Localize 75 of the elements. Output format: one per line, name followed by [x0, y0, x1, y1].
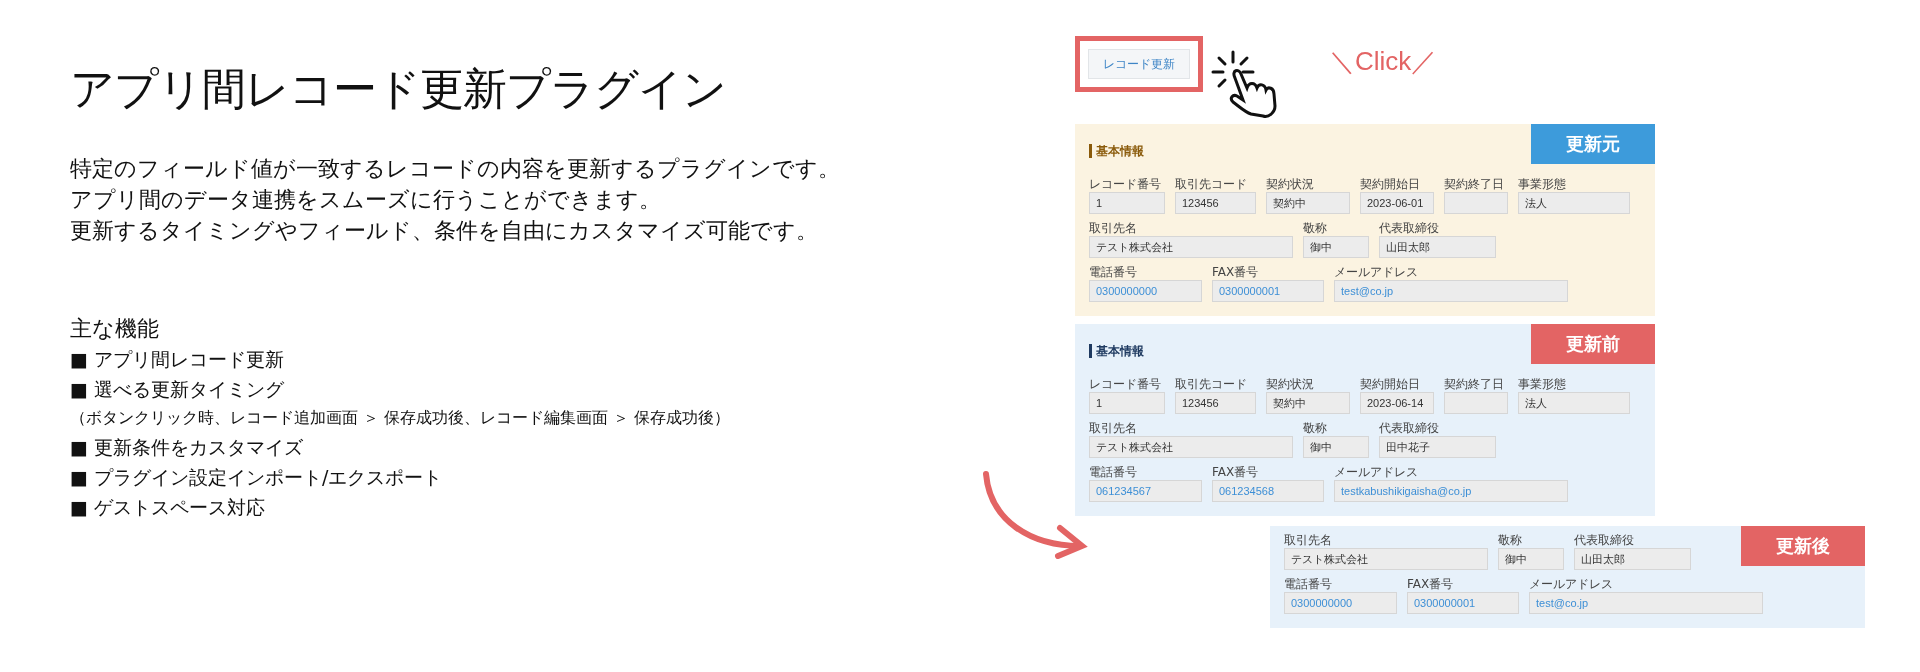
- field-label: 敬称: [1498, 532, 1523, 548]
- field-label: 敬称: [1303, 420, 1328, 436]
- field-label: メールアドレス: [1334, 264, 1419, 280]
- field-label: メールアドレス: [1334, 464, 1419, 480]
- field-label: メールアドレス: [1529, 576, 1614, 592]
- field-value: テスト株式会社: [1089, 436, 1293, 458]
- description-text: 特定のフィールド値が一致するレコードの内容を更新するプラグインです。アプリ間のデータ連携をスムーズに行うことができます。: [70, 155, 841, 214]
- field-value: 山田太郎: [1379, 236, 1496, 258]
- field-label: 契約終了日: [1444, 176, 1505, 192]
- description-text: 更新するタイミングやフィールド、条件を自由にカスタマイズ可能です。: [70, 217, 819, 245]
- field-value: 061234567: [1089, 480, 1202, 502]
- field-label: 取引先コード: [1175, 176, 1248, 192]
- field-label: 事業形態: [1518, 176, 1567, 192]
- page-title: アプリ間レコード更新プラグイン: [70, 62, 727, 116]
- field-label: レコード番号: [1089, 376, 1162, 392]
- features-heading: 主な機能: [70, 315, 160, 343]
- status-badge: 更新後: [1741, 526, 1865, 566]
- field-label: 取引先名: [1284, 532, 1333, 548]
- field-value: 1: [1089, 392, 1165, 414]
- status-badge: 更新前: [1531, 324, 1655, 364]
- field-label: 契約開始日: [1360, 376, 1421, 392]
- field-value: testkabushikigaisha@co.jp: [1334, 480, 1568, 502]
- field-label: 代表取締役: [1379, 420, 1440, 436]
- field-value: 0300000000: [1089, 280, 1202, 302]
- field-value: 契約中: [1266, 192, 1350, 214]
- field-value: 御中: [1303, 236, 1369, 258]
- field-label: 契約状況: [1266, 376, 1315, 392]
- field-value: 田中花子: [1379, 436, 1496, 458]
- click-caption: ＼Click／: [1329, 45, 1438, 78]
- field-value: test@co.jp: [1529, 592, 1763, 614]
- feature-item: ■ 選べる更新タイミング: [70, 377, 285, 402]
- field-label: 契約状況: [1266, 176, 1315, 192]
- field-label: 契約終了日: [1444, 376, 1505, 392]
- field-value: 御中: [1303, 436, 1369, 458]
- field-label: レコード番号: [1089, 176, 1162, 192]
- field-label: 代表取締役: [1379, 220, 1440, 236]
- field-value: test@co.jp: [1334, 280, 1568, 302]
- feature-item: ■ 更新条件をカスタマイズ: [70, 435, 304, 460]
- field-value: [1444, 392, 1508, 414]
- field-value: テスト株式会社: [1089, 236, 1293, 258]
- field-value: 2023-06-14: [1360, 392, 1434, 414]
- field-value: 061234568: [1212, 480, 1324, 502]
- field-label: FAX番号: [1212, 264, 1260, 280]
- field-label: 電話番号: [1089, 464, 1138, 480]
- field-label: FAX番号: [1407, 576, 1455, 592]
- field-value: 0300000001: [1212, 280, 1324, 302]
- field-value: 契約中: [1266, 392, 1350, 414]
- field-value: [1444, 192, 1508, 214]
- field-label: FAX番号: [1212, 464, 1260, 480]
- field-value: 1: [1089, 192, 1165, 214]
- field-label: 契約開始日: [1360, 176, 1421, 192]
- field-label: 取引先名: [1089, 220, 1138, 236]
- field-value: 123456: [1175, 392, 1256, 414]
- field-value: 2023-06-01: [1360, 192, 1434, 214]
- field-label: 代表取締役: [1574, 532, 1635, 548]
- field-value: 0300000000: [1284, 592, 1397, 614]
- field-value: テスト株式会社: [1284, 548, 1488, 570]
- field-value: 0300000001: [1407, 592, 1519, 614]
- feature-item: ■ ゲストスペース対応: [70, 495, 266, 520]
- field-label: 取引先名: [1089, 420, 1138, 436]
- field-label: 事業形態: [1518, 376, 1567, 392]
- field-value: 法人: [1518, 192, 1630, 214]
- field-label: 敬称: [1303, 220, 1328, 236]
- field-value: 山田太郎: [1574, 548, 1691, 570]
- field-label: 電話番号: [1089, 264, 1138, 280]
- field-value: 御中: [1498, 548, 1564, 570]
- field-value: 法人: [1518, 392, 1630, 414]
- field-label: 電話番号: [1284, 576, 1333, 592]
- feature-note: （ボタンクリック時、レコード追加画面 ＞ 保存成功後、レコード編集画面 ＞ 保存成功後）: [70, 407, 732, 429]
- update-record-button[interactable]: レコード更新: [1088, 49, 1190, 79]
- field-label: 取引先コード: [1175, 376, 1248, 392]
- field-value: 123456: [1175, 192, 1256, 214]
- feature-item: ■ アプリ間レコード更新: [70, 347, 285, 372]
- feature-item: ■ プラグイン設定インポート/エクスポート: [70, 465, 444, 490]
- status-badge: 更新元: [1531, 124, 1655, 164]
